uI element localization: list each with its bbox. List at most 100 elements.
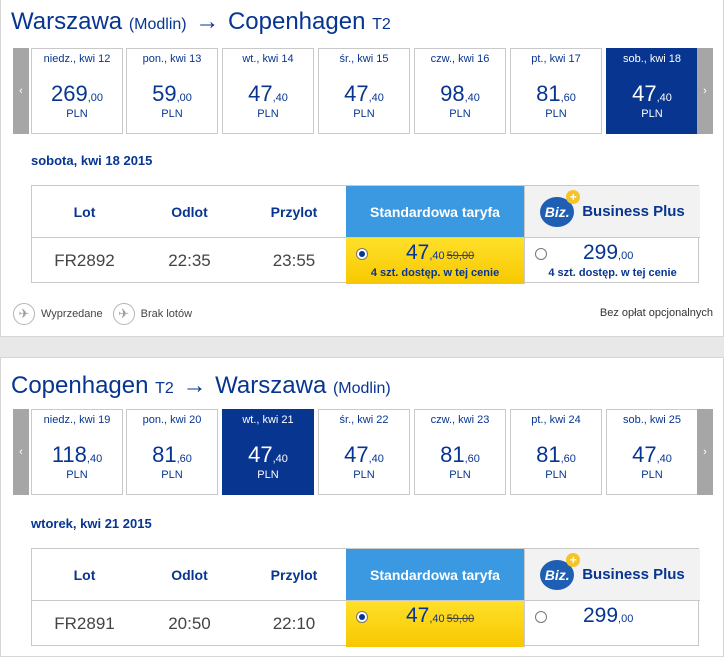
next-dates-button[interactable]: ›	[697, 409, 713, 495]
selected-date-heading: wtorek, kwi 21 2015	[31, 516, 152, 531]
route-origin-airport: (Modlin)	[128, 16, 187, 33]
business-fare-cell[interactable]: 299,00 4 szt. dostęp. w tej cenie	[524, 237, 700, 284]
optional-fees-note: Bez opłat opcjonalnych	[599, 307, 713, 319]
standard-fare-radio[interactable]	[356, 248, 368, 260]
day-price: 47,40	[248, 81, 288, 106]
day-currency: PLN	[66, 108, 88, 120]
day-card[interactable]: pon., kwi 13 59,00 PLN	[126, 48, 218, 134]
col-header-flight: Lot	[73, 566, 96, 583]
standard-fare-cell[interactable]: 47,40 59,00	[346, 600, 524, 647]
day-price: 59,00	[152, 81, 192, 106]
business-fare-radio[interactable]	[535, 248, 547, 260]
day-currency: PLN	[641, 469, 663, 481]
arrival-time: 22:10	[242, 600, 346, 647]
day-label: sob., kwi 25	[622, 414, 682, 426]
day-label: czw., kwi 23	[430, 414, 490, 426]
business-plus-label: Business Plus	[582, 203, 685, 220]
day-card-selected[interactable]: wt., kwi 21 47,40 PLN	[222, 409, 314, 495]
day-label: czw., kwi 16	[430, 53, 490, 65]
day-card[interactable]: pt., kwi 17 81,60 PLN	[510, 48, 602, 134]
no-flights-icon: ✈	[112, 303, 135, 325]
day-currency: PLN	[353, 108, 375, 120]
plane-landing-icon: ✈	[13, 303, 35, 325]
route-destination: Warszawa	[215, 372, 327, 399]
day-label: wt., kwi 14	[242, 53, 294, 65]
day-currency: PLN	[353, 469, 375, 481]
legend-sold-out-label: Wyprzedane	[41, 308, 103, 320]
day-label: śr., kwi 22	[339, 414, 389, 426]
date-strip: ‹ niedz., kwi 19 118,40 PLN pon., kwi 20 81…	[13, 409, 713, 495]
route-destination-terminal: T2	[372, 16, 391, 33]
day-price: 47,40	[344, 81, 384, 106]
day-card[interactable]: czw., kwi 16 98,40 PLN	[414, 48, 506, 134]
day-card[interactable]: sob., kwi 25 47,40 PLN	[606, 409, 698, 495]
day-price: 81,60	[536, 81, 576, 106]
col-header-departure: Odlot	[171, 566, 208, 583]
arrival-time: 23:55	[242, 237, 346, 284]
day-label: wt., kwi 21	[242, 414, 294, 426]
route-origin: Copenhagen	[11, 372, 149, 399]
day-currency: PLN	[545, 469, 567, 481]
route-origin-terminal: T2	[155, 380, 174, 397]
route-destination: Copenhagen	[227, 8, 366, 35]
day-currency: PLN	[641, 108, 663, 120]
col-header-flight: Lot	[73, 203, 96, 220]
prev-dates-button[interactable]: ‹	[13, 409, 29, 495]
day-card[interactable]: śr., kwi 22 47,40 PLN	[318, 409, 410, 495]
business-fare-radio[interactable]	[535, 611, 547, 623]
col-header-standard-fare: Standardowa taryfa	[346, 549, 524, 600]
flight-number: FR2891	[32, 600, 137, 647]
day-card-selected[interactable]: sob., kwi 18 47,40 PLN	[606, 48, 698, 134]
legend-sold-out: ✈ Wyprzedane	[13, 303, 103, 325]
day-currency: PLN	[449, 108, 471, 120]
day-card[interactable]: wt., kwi 14 47,40 PLN	[222, 48, 314, 134]
route-arrow: →	[182, 372, 207, 399]
day-card[interactable]: niedz., kwi 19 118,40 PLN	[31, 409, 123, 495]
day-label: pon., kwi 13	[142, 53, 202, 65]
day-card[interactable]: pon., kwi 20 81,60 PLN	[126, 409, 218, 495]
business-fare-cell[interactable]: 299,00	[524, 600, 700, 647]
standard-fare-price: 47,40 59,00	[406, 241, 475, 264]
biz-plus-logo-icon: Biz. +	[540, 552, 581, 590]
day-card[interactable]: pt., kwi 24 81,60 PLN	[510, 409, 602, 495]
departure-time: 20:50	[137, 600, 242, 647]
biz-plus-logo-icon: Biz. +	[540, 189, 581, 227]
day-label: niedz., kwi 12	[43, 53, 111, 65]
standard-fare-radio[interactable]	[356, 611, 368, 623]
day-price: 47,40	[632, 442, 672, 467]
route-title: Copenhagen T2 → Warszawa (Modlin)	[11, 372, 391, 402]
old-price: 59,00	[446, 250, 475, 262]
day-label: śr., kwi 15	[339, 53, 389, 65]
day-currency: PLN	[449, 469, 471, 481]
prev-dates-button[interactable]: ‹	[13, 48, 29, 134]
route-destination-airport: (Modlin)	[332, 380, 391, 397]
standard-fare-cell[interactable]: 47,40 59,00 4 szt. dostęp. w tej cenie	[346, 237, 524, 284]
day-price: 81,60	[440, 442, 480, 467]
day-price: 81,60	[536, 442, 576, 467]
route-arrow: →	[195, 8, 220, 35]
col-header-arrival: Przylot	[270, 566, 318, 583]
day-price: 118,40	[51, 442, 103, 467]
day-currency: PLN	[161, 108, 183, 120]
day-card[interactable]: śr., kwi 15 47,40 PLN	[318, 48, 410, 134]
selected-date-heading: sobota, kwi 18 2015	[31, 153, 153, 168]
next-dates-button[interactable]: ›	[697, 48, 713, 134]
business-fare-price: 299,00	[583, 604, 634, 627]
date-strip: ‹ niedz., kwi 12 269,00 PLN pon., kwi 13 59…	[13, 48, 713, 134]
return-panel: Copenhagen T2 → Warszawa (Modlin) ‹ nied…	[0, 357, 724, 657]
business-fare-price: 299,00	[583, 241, 634, 264]
day-currency: PLN	[66, 469, 88, 481]
day-card[interactable]: czw., kwi 23 81,60 PLN	[414, 409, 506, 495]
day-card[interactable]: niedz., kwi 12 269,00 PLN	[31, 48, 123, 134]
legend-no-flights-label: Brak lotów	[140, 308, 193, 320]
day-label: niedz., kwi 19	[43, 414, 111, 426]
day-price: 98,40	[440, 81, 480, 106]
day-currency: PLN	[257, 469, 279, 481]
flight-number: FR2892	[32, 237, 137, 284]
flight-table: Lot Odlot Przylot Standardowa taryfa Biz…	[31, 185, 700, 284]
flight-table: Lot Odlot Przylot Standardowa taryfa Biz…	[31, 548, 700, 647]
standard-availability: 4 szt. dostęp. w tej cenie	[370, 267, 500, 279]
day-currency: PLN	[257, 108, 279, 120]
day-price: 47,40	[344, 442, 384, 467]
departure-time: 22:35	[137, 237, 242, 284]
